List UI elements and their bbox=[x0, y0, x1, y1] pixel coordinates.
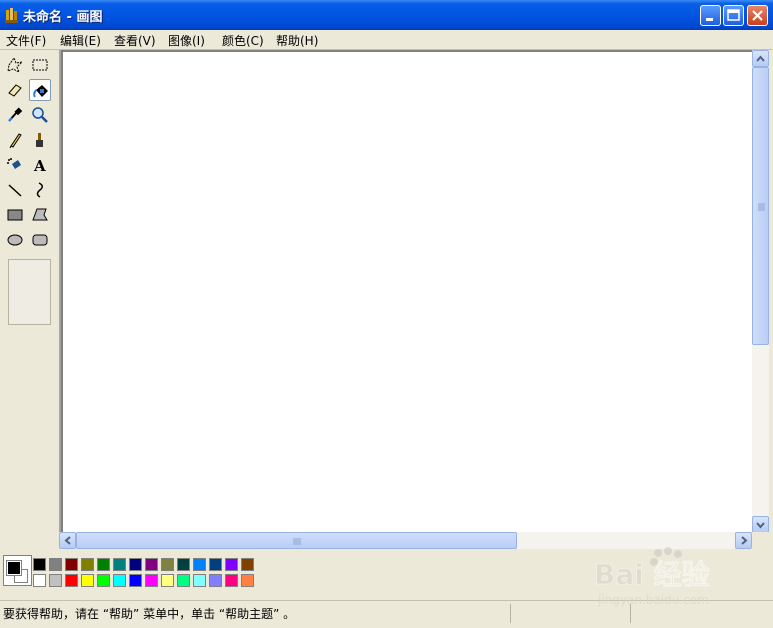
maximize-button[interactable] bbox=[723, 5, 744, 26]
palette-color-swatch[interactable] bbox=[241, 574, 254, 587]
palette-color-swatch[interactable] bbox=[129, 574, 142, 587]
tool-pencil[interactable] bbox=[4, 129, 26, 151]
palette-color-swatch[interactable] bbox=[65, 574, 78, 587]
menu-help[interactable]: 帮助(H) bbox=[276, 32, 318, 49]
palette-color-swatch[interactable] bbox=[65, 558, 78, 571]
arrow-left-icon bbox=[64, 536, 71, 545]
scroll-left-button[interactable] bbox=[59, 532, 76, 549]
palette-color-swatch[interactable] bbox=[225, 574, 238, 587]
line-icon bbox=[8, 184, 22, 197]
pencil-icon bbox=[9, 133, 22, 149]
palette-color-swatch[interactable] bbox=[145, 558, 158, 571]
scroll-down-button[interactable] bbox=[752, 516, 769, 533]
palette-color-swatch[interactable] bbox=[49, 558, 62, 571]
drawing-canvas[interactable] bbox=[63, 52, 754, 532]
tool-rect-select[interactable] bbox=[29, 54, 51, 76]
palette-color-swatch[interactable] bbox=[113, 558, 126, 571]
rounded-rectangle-icon bbox=[32, 234, 48, 246]
tool-eraser[interactable] bbox=[4, 79, 26, 101]
arrow-up-icon bbox=[756, 55, 765, 62]
watermark-brand: Bai 经验 bbox=[594, 558, 710, 591]
tool-line[interactable] bbox=[4, 179, 26, 201]
tool-brush[interactable] bbox=[29, 129, 51, 151]
menu-image[interactable]: 图像(I) bbox=[168, 32, 205, 49]
ellipse-icon bbox=[7, 234, 23, 246]
paint-app-icon bbox=[5, 8, 18, 23]
palette-color-swatch[interactable] bbox=[145, 574, 158, 587]
current-colors-box[interactable] bbox=[3, 555, 32, 586]
svg-text:A: A bbox=[33, 157, 46, 174]
palette-color-swatch[interactable] bbox=[81, 558, 94, 571]
palette-color-swatch[interactable] bbox=[161, 574, 174, 587]
palette-color-swatch[interactable] bbox=[177, 558, 190, 571]
tool-rectangle[interactable] bbox=[4, 204, 26, 226]
horizontal-scroll-thumb[interactable] bbox=[76, 532, 517, 549]
status-divider bbox=[510, 604, 511, 623]
status-text: 要获得帮助，请在 “帮助” 菜单中，单击 “帮助主题” 。 bbox=[3, 607, 296, 621]
curve-icon bbox=[36, 182, 43, 198]
foreground-color-swatch bbox=[6, 560, 22, 576]
tool-magnifier[interactable] bbox=[29, 104, 51, 126]
palette-color-swatch[interactable] bbox=[33, 574, 46, 587]
scroll-up-button[interactable] bbox=[752, 50, 769, 67]
tool-options-box[interactable] bbox=[8, 259, 51, 325]
tool-pick-color[interactable] bbox=[4, 104, 26, 126]
palette-color-swatch[interactable] bbox=[177, 574, 190, 587]
palette-color-swatch[interactable] bbox=[129, 558, 142, 571]
grip-icon bbox=[758, 203, 765, 211]
fill-bucket-icon bbox=[33, 85, 48, 98]
brush-icon bbox=[36, 133, 43, 147]
tool-fill-with-color[interactable] bbox=[29, 79, 51, 101]
menu-edit[interactable]: 编辑(E) bbox=[60, 32, 101, 49]
tool-curve[interactable] bbox=[29, 179, 51, 201]
magnifier-icon bbox=[32, 107, 48, 123]
arrow-down-icon bbox=[756, 522, 765, 529]
tool-text[interactable]: A bbox=[29, 154, 51, 176]
palette-color-swatch[interactable] bbox=[113, 574, 126, 587]
watermark-url: jingyan.baidu.com bbox=[597, 593, 709, 607]
palette-color-swatch[interactable] bbox=[97, 574, 110, 587]
minimize-icon bbox=[706, 18, 713, 21]
text-icon: A bbox=[33, 157, 46, 174]
tool-rounded-rectangle[interactable] bbox=[29, 229, 51, 251]
rect-select-icon bbox=[32, 59, 48, 71]
window-title: 未命名 - 画图 bbox=[23, 10, 103, 25]
tool-free-form-select[interactable] bbox=[4, 54, 26, 76]
grip-icon bbox=[293, 538, 301, 545]
rectangle-icon bbox=[7, 209, 23, 221]
free-form-select-icon bbox=[7, 56, 24, 74]
tool-polygon[interactable] bbox=[29, 204, 51, 226]
airbrush-icon bbox=[7, 158, 21, 169]
tool-ellipse[interactable] bbox=[4, 229, 26, 251]
palette-color-swatch[interactable] bbox=[225, 558, 238, 571]
close-button[interactable] bbox=[747, 5, 768, 26]
menu-file[interactable]: 文件(F) bbox=[6, 32, 46, 49]
menu-view[interactable]: 查看(V) bbox=[114, 32, 156, 49]
title-bar: 未命名 - 画图 bbox=[0, 0, 773, 30]
baidu-jingyan-watermark: Bai 经验 jingyan.baidu.com bbox=[594, 547, 710, 607]
palette-color-swatch[interactable] bbox=[193, 558, 206, 571]
tool-airbrush[interactable] bbox=[4, 154, 26, 176]
vertical-scroll-thumb[interactable] bbox=[752, 67, 769, 345]
palette-color-swatch[interactable] bbox=[97, 558, 110, 571]
palette-color-swatch[interactable] bbox=[49, 574, 62, 587]
menu-bar: 文件(F) 编辑(E) 查看(V) 图像(I) 颜色(C) 帮助(H) bbox=[0, 30, 773, 50]
close-icon bbox=[752, 10, 763, 21]
canvas-area bbox=[59, 50, 754, 533]
palette-color-swatch[interactable] bbox=[161, 558, 174, 571]
palette-color-swatch[interactable] bbox=[209, 558, 222, 571]
maximize-icon bbox=[727, 9, 740, 21]
eraser-icon bbox=[8, 84, 22, 97]
palette-color-swatch[interactable] bbox=[209, 574, 222, 587]
palette-color-swatch[interactable] bbox=[81, 574, 94, 587]
minimize-button[interactable] bbox=[700, 5, 721, 26]
palette-color-swatch[interactable] bbox=[241, 558, 254, 571]
polygon-icon bbox=[32, 208, 48, 221]
palette-color-swatch[interactable] bbox=[33, 558, 46, 571]
menu-colors[interactable]: 颜色(C) bbox=[222, 32, 264, 49]
toolbox: A bbox=[0, 50, 57, 530]
eyedropper-icon bbox=[8, 107, 23, 122]
vertical-scrollbar[interactable] bbox=[752, 50, 769, 533]
palette-color-swatch[interactable] bbox=[193, 574, 206, 587]
